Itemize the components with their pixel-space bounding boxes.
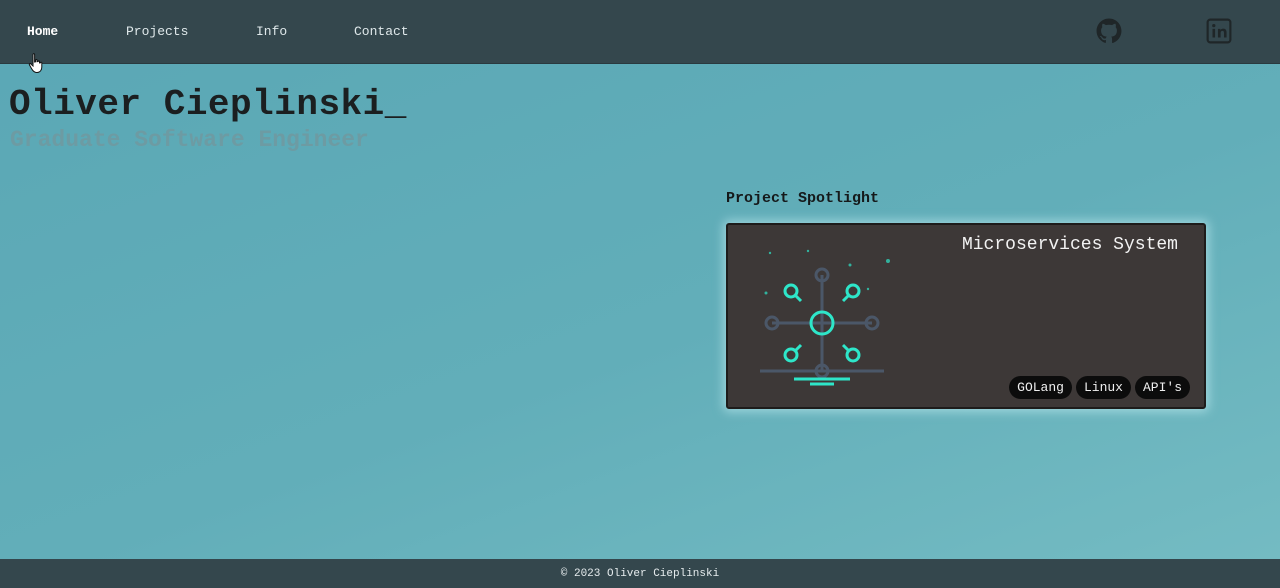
- microservices-network-icon: [760, 249, 890, 386]
- nav-projects-link[interactable]: Projects: [126, 24, 188, 39]
- footer-copyright: © 2023 Oliver Cieplinski: [560, 568, 720, 580]
- hand-cursor-icon: [28, 53, 43, 73]
- nav-home-link[interactable]: Home: [27, 24, 58, 39]
- hero-subtitle: Graduate Software Engineer: [10, 127, 369, 153]
- footer: © 2023 Oliver Cieplinski: [0, 559, 1280, 588]
- nav-info-link[interactable]: Info: [256, 24, 287, 39]
- tag-linux[interactable]: Linux: [1075, 376, 1131, 399]
- project-card-title: Microservices System: [961, 235, 1178, 255]
- tag-apis[interactable]: API's: [1134, 376, 1190, 399]
- spotlight-heading: Project Spotlight: [726, 190, 880, 207]
- project-spotlight-card[interactable]: Microservices System GOLang Linux API's: [726, 223, 1206, 409]
- linkedin-icon[interactable]: [1206, 18, 1232, 44]
- tag-list: GOLang Linux API's: [1009, 376, 1190, 399]
- hero-name: Oliver Cieplinski_: [9, 84, 407, 125]
- github-icon[interactable]: [1096, 18, 1122, 44]
- navbar: Home Projects Info Contact: [0, 0, 1280, 64]
- nav-contact-link[interactable]: Contact: [354, 24, 409, 39]
- tag-golang[interactable]: GOLang: [1009, 376, 1072, 399]
